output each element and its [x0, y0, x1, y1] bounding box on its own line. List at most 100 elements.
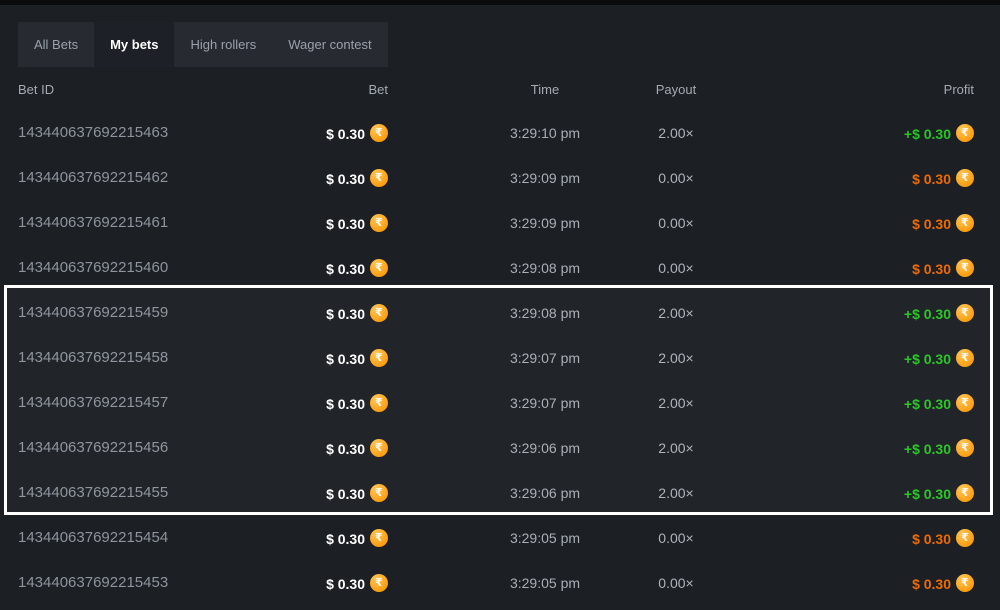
tab-wager-contest[interactable]: Wager contest [272, 22, 387, 67]
time-cell: 3:29:10 pm [400, 125, 640, 141]
tab-my-bets[interactable]: My bets [94, 22, 174, 67]
header-bet: Bet [280, 82, 400, 97]
time-cell: 3:29:07 pm [400, 350, 640, 366]
bet-amount-cell: $ 0.30₹ [280, 124, 400, 142]
bet-amount-cell: $ 0.30₹ [280, 439, 400, 457]
time-cell: 3:29:09 pm [400, 170, 640, 186]
bet-row[interactable]: 143440637692215459 $ 0.30₹ 3:29:08 pm 2.… [0, 290, 1000, 335]
payout-cell: 0.00× [640, 530, 762, 546]
header-profit: Profit [762, 82, 1000, 97]
time-cell: 3:29:06 pm [400, 485, 640, 501]
bet-amount-cell: $ 0.30₹ [280, 214, 400, 232]
rupee-coin-icon: ₹ [956, 484, 974, 502]
payout-cell: 0.00× [640, 170, 762, 186]
bet-amount-cell: $ 0.30₹ [280, 169, 400, 187]
payout-cell: 2.00× [640, 440, 762, 456]
bet-amount-cell: $ 0.30₹ [280, 529, 400, 547]
payout-cell: 0.00× [640, 215, 762, 231]
time-cell: 3:29:05 pm [400, 575, 640, 591]
bet-row[interactable]: 143440637692215454 $ 0.30₹ 3:29:05 pm 0.… [0, 515, 1000, 560]
rupee-coin-icon: ₹ [370, 169, 388, 187]
payout-cell: 0.00× [640, 575, 762, 591]
bet-row[interactable]: 143440637692215453 $ 0.30₹ 3:29:05 pm 0.… [0, 560, 1000, 605]
profit-cell: +$ 0.30₹ [762, 484, 1000, 502]
payout-cell: 2.00× [640, 395, 762, 411]
bet-id-cell: 143440637692215453 [0, 574, 280, 591]
rupee-coin-icon: ₹ [956, 439, 974, 457]
time-cell: 3:29:06 pm [400, 440, 640, 456]
payout-cell: 2.00× [640, 485, 762, 501]
bet-row[interactable]: 143440637692215461 $ 0.30₹ 3:29:09 pm 0.… [0, 200, 1000, 245]
rupee-coin-icon: ₹ [370, 214, 388, 232]
rupee-coin-icon: ₹ [370, 124, 388, 142]
time-cell: 3:29:05 pm [400, 530, 640, 546]
payout-cell: 0.00× [640, 260, 762, 276]
bet-id-cell: 143440637692215459 [0, 304, 280, 321]
table-header: Bet ID Bet Time Payout Profit [0, 77, 1000, 101]
header-time: Time [400, 82, 640, 97]
bet-amount-cell: $ 0.30₹ [280, 349, 400, 367]
bet-id-cell: 143440637692215457 [0, 394, 280, 411]
header-payout: Payout [640, 82, 762, 97]
rupee-coin-icon: ₹ [370, 529, 388, 547]
rupee-coin-icon: ₹ [370, 484, 388, 502]
profit-cell: $ 0.30₹ [762, 259, 1000, 277]
profit-cell: $ 0.30₹ [762, 529, 1000, 547]
bet-row[interactable]: 143440637692215455 $ 0.30₹ 3:29:06 pm 2.… [0, 470, 1000, 515]
bet-id-cell: 143440637692215458 [0, 349, 280, 366]
profit-cell: +$ 0.30₹ [762, 349, 1000, 367]
profit-cell: $ 0.30₹ [762, 214, 1000, 232]
rupee-coin-icon: ₹ [956, 394, 974, 412]
bet-row[interactable]: 143440637692215456 $ 0.30₹ 3:29:06 pm 2.… [0, 425, 1000, 470]
profit-cell: +$ 0.30₹ [762, 304, 1000, 322]
rupee-coin-icon: ₹ [956, 169, 974, 187]
profit-cell: $ 0.30₹ [762, 574, 1000, 592]
profit-cell: +$ 0.30₹ [762, 394, 1000, 412]
bet-id-cell: 143440637692215460 [0, 259, 280, 276]
bet-id-cell: 143440637692215462 [0, 169, 280, 186]
bet-id-cell: 143440637692215463 [0, 124, 280, 141]
profit-cell: +$ 0.30₹ [762, 124, 1000, 142]
rupee-coin-icon: ₹ [370, 259, 388, 277]
header-bet-id: Bet ID [0, 82, 280, 97]
time-cell: 3:29:09 pm [400, 215, 640, 231]
profit-cell: +$ 0.30₹ [762, 439, 1000, 457]
payout-cell: 2.00× [640, 125, 762, 141]
bet-row[interactable]: 143440637692215458 $ 0.30₹ 3:29:07 pm 2.… [0, 335, 1000, 380]
rupee-coin-icon: ₹ [956, 124, 974, 142]
bet-id-cell: 143440637692215455 [0, 484, 280, 501]
payout-cell: 2.00× [640, 305, 762, 321]
rupee-coin-icon: ₹ [370, 439, 388, 457]
bet-rows: 143440637692215463 $ 0.30₹ 3:29:10 pm 2.… [0, 110, 1000, 605]
bet-amount-cell: $ 0.30₹ [280, 394, 400, 412]
bet-row[interactable]: 143440637692215460 $ 0.30₹ 3:29:08 pm 0.… [0, 245, 1000, 290]
rupee-coin-icon: ₹ [956, 529, 974, 547]
rupee-coin-icon: ₹ [370, 304, 388, 322]
bets-tab-bar: All Bets My bets High rollers Wager cont… [18, 22, 388, 67]
tab-high-rollers[interactable]: High rollers [174, 22, 272, 67]
rupee-coin-icon: ₹ [370, 349, 388, 367]
bet-id-cell: 143440637692215461 [0, 214, 280, 231]
tab-all-bets[interactable]: All Bets [18, 22, 94, 67]
time-cell: 3:29:08 pm [400, 260, 640, 276]
rupee-coin-icon: ₹ [370, 574, 388, 592]
bet-amount-cell: $ 0.30₹ [280, 259, 400, 277]
bet-amount-cell: $ 0.30₹ [280, 304, 400, 322]
time-cell: 3:29:08 pm [400, 305, 640, 321]
bet-id-cell: 143440637692215454 [0, 529, 280, 546]
rupee-coin-icon: ₹ [956, 214, 974, 232]
top-edge-strip [0, 0, 1000, 5]
payout-cell: 2.00× [640, 350, 762, 366]
rupee-coin-icon: ₹ [956, 259, 974, 277]
bet-id-cell: 143440637692215456 [0, 439, 280, 456]
bet-row[interactable]: 143440637692215457 $ 0.30₹ 3:29:07 pm 2.… [0, 380, 1000, 425]
profit-cell: $ 0.30₹ [762, 169, 1000, 187]
bet-row[interactable]: 143440637692215462 $ 0.30₹ 3:29:09 pm 0.… [0, 155, 1000, 200]
rupee-coin-icon: ₹ [370, 394, 388, 412]
rupee-coin-icon: ₹ [956, 349, 974, 367]
rupee-coin-icon: ₹ [956, 574, 974, 592]
rupee-coin-icon: ₹ [956, 304, 974, 322]
bet-amount-cell: $ 0.30₹ [280, 574, 400, 592]
bet-amount-cell: $ 0.30₹ [280, 484, 400, 502]
bet-row[interactable]: 143440637692215463 $ 0.30₹ 3:29:10 pm 2.… [0, 110, 1000, 155]
